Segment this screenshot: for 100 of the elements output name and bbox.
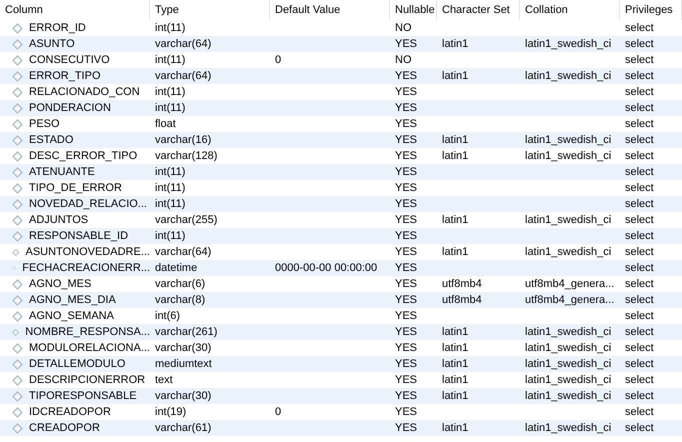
table-cell: int(11) — [155, 86, 186, 98]
table-cell: select — [625, 246, 654, 258]
table-cell: latin1 — [442, 214, 468, 226]
table-cell: varchar(30) — [155, 342, 212, 354]
column-icon — [12, 38, 23, 50]
table-cell: NO — [395, 54, 412, 66]
table-cell: latin1_swedish_ci — [525, 134, 612, 146]
table-cell: latin1_swedish_ci — [525, 326, 612, 338]
table-cell: varchar(64) — [155, 38, 212, 50]
table-cell: YES — [395, 246, 418, 258]
table-cell: select — [625, 214, 654, 226]
table-cell: latin1_swedish_ci — [525, 70, 612, 82]
column-name: IDCREADOPOR — [29, 406, 111, 418]
table-cell: select — [625, 262, 654, 274]
table-cell: latin1 — [442, 38, 468, 50]
column-name: ASUNTO — [29, 38, 75, 50]
column-name: CREADOPOR — [29, 422, 100, 434]
column-name: NOVEDAD_RELACIO... — [29, 198, 147, 210]
column-name: PONDERACION — [29, 102, 111, 114]
table-cell: select — [625, 22, 654, 34]
table-cell: YES — [395, 342, 418, 354]
table-cell: varchar(64) — [155, 70, 212, 82]
table-cell: latin1_swedish_ci — [525, 390, 612, 402]
column-icon — [12, 294, 23, 306]
column-icon — [12, 358, 23, 370]
column-icon — [12, 118, 23, 130]
table-cell: varchar(61) — [155, 422, 212, 434]
table-cell: YES — [395, 326, 418, 338]
column-icon — [12, 422, 23, 434]
table-cell: varchar(255) — [155, 214, 218, 226]
table-cell: select — [625, 166, 654, 178]
table-cell: YES — [395, 166, 418, 178]
column-icon — [12, 390, 23, 402]
column-icon — [12, 86, 23, 98]
table-cell: latin1 — [442, 134, 468, 146]
table-cell: select — [625, 278, 654, 290]
table-cell: utf8mb4_genera... — [525, 278, 614, 290]
table-cell: YES — [395, 38, 418, 50]
table-cell: YES — [395, 102, 418, 114]
column-name: DESC_ERROR_TIPO — [29, 150, 138, 162]
table-cell: select — [625, 230, 654, 242]
column-icon — [12, 102, 23, 114]
table-cell: YES — [395, 422, 418, 434]
table-cell: select — [625, 390, 654, 402]
column-icon — [12, 326, 20, 338]
column-icon — [12, 54, 23, 66]
table-cell: YES — [395, 70, 418, 82]
column-name: RELACIONADO_CON — [29, 86, 140, 98]
table-cell: YES — [395, 374, 418, 386]
table-cell: latin1_swedish_ci — [525, 246, 612, 258]
column-icon — [12, 374, 23, 386]
table-cell: latin1 — [442, 70, 468, 82]
table-cell: text — [155, 374, 173, 386]
column-icon — [12, 182, 23, 194]
table-cell: varchar(128) — [155, 150, 218, 162]
column-icon — [12, 134, 23, 146]
table-cell: select — [625, 38, 654, 50]
column-name: ATENUANTE — [29, 166, 95, 178]
table-cell: YES — [395, 294, 418, 306]
table-cell: YES — [395, 278, 418, 290]
column-icon — [12, 230, 23, 242]
table-cell: select — [625, 198, 654, 210]
table-cell: varchar(30) — [155, 390, 212, 402]
table-cell: select — [625, 118, 654, 130]
table-cell: YES — [395, 358, 418, 370]
table-cell: 0 — [275, 54, 282, 66]
column-name: AGNO_SEMANA — [29, 310, 114, 322]
table-cell: float — [155, 118, 176, 130]
column-icon — [12, 198, 23, 210]
table-cell: int(11) — [155, 198, 186, 210]
column-icon — [12, 166, 23, 178]
column-name: TIPORESPONSABLE — [29, 390, 137, 402]
table-cell: latin1 — [442, 390, 468, 402]
column-icon — [12, 150, 23, 162]
table-cell: latin1_swedish_ci — [525, 150, 612, 162]
table-cell: utf8mb4 — [442, 294, 482, 306]
column-name: ADJUNTOS — [29, 214, 88, 226]
table-cell: int(11) — [155, 230, 186, 242]
table-cell: YES — [395, 86, 418, 98]
table-cell: YES — [395, 390, 418, 402]
table-cell: int(11) — [155, 22, 186, 34]
table-cell: latin1_swedish_ci — [525, 342, 612, 354]
table-cell: YES — [395, 134, 418, 146]
table-cell: varchar(6) — [155, 278, 206, 290]
column-name: PESO — [29, 118, 60, 130]
table-cell: select — [625, 150, 654, 162]
table-cell: YES — [395, 150, 418, 162]
table-cell: latin1 — [442, 326, 468, 338]
table-cell: int(11) — [155, 182, 186, 194]
table-cell: int(11) — [155, 102, 186, 114]
table-cell: NO — [395, 22, 412, 34]
column-name: FECHACREACIONERR... — [22, 262, 150, 274]
table-cell: select — [625, 102, 654, 114]
column-name: RESPONSABLE_ID — [29, 230, 128, 242]
column-name: AGNO_MES — [29, 278, 92, 290]
table-cell: YES — [395, 230, 418, 242]
column-name: ERROR_ID — [29, 22, 86, 34]
table-cell: select — [625, 358, 654, 370]
column-name: TIPO_DE_ERROR — [29, 182, 122, 194]
table-cell: select — [625, 54, 654, 66]
